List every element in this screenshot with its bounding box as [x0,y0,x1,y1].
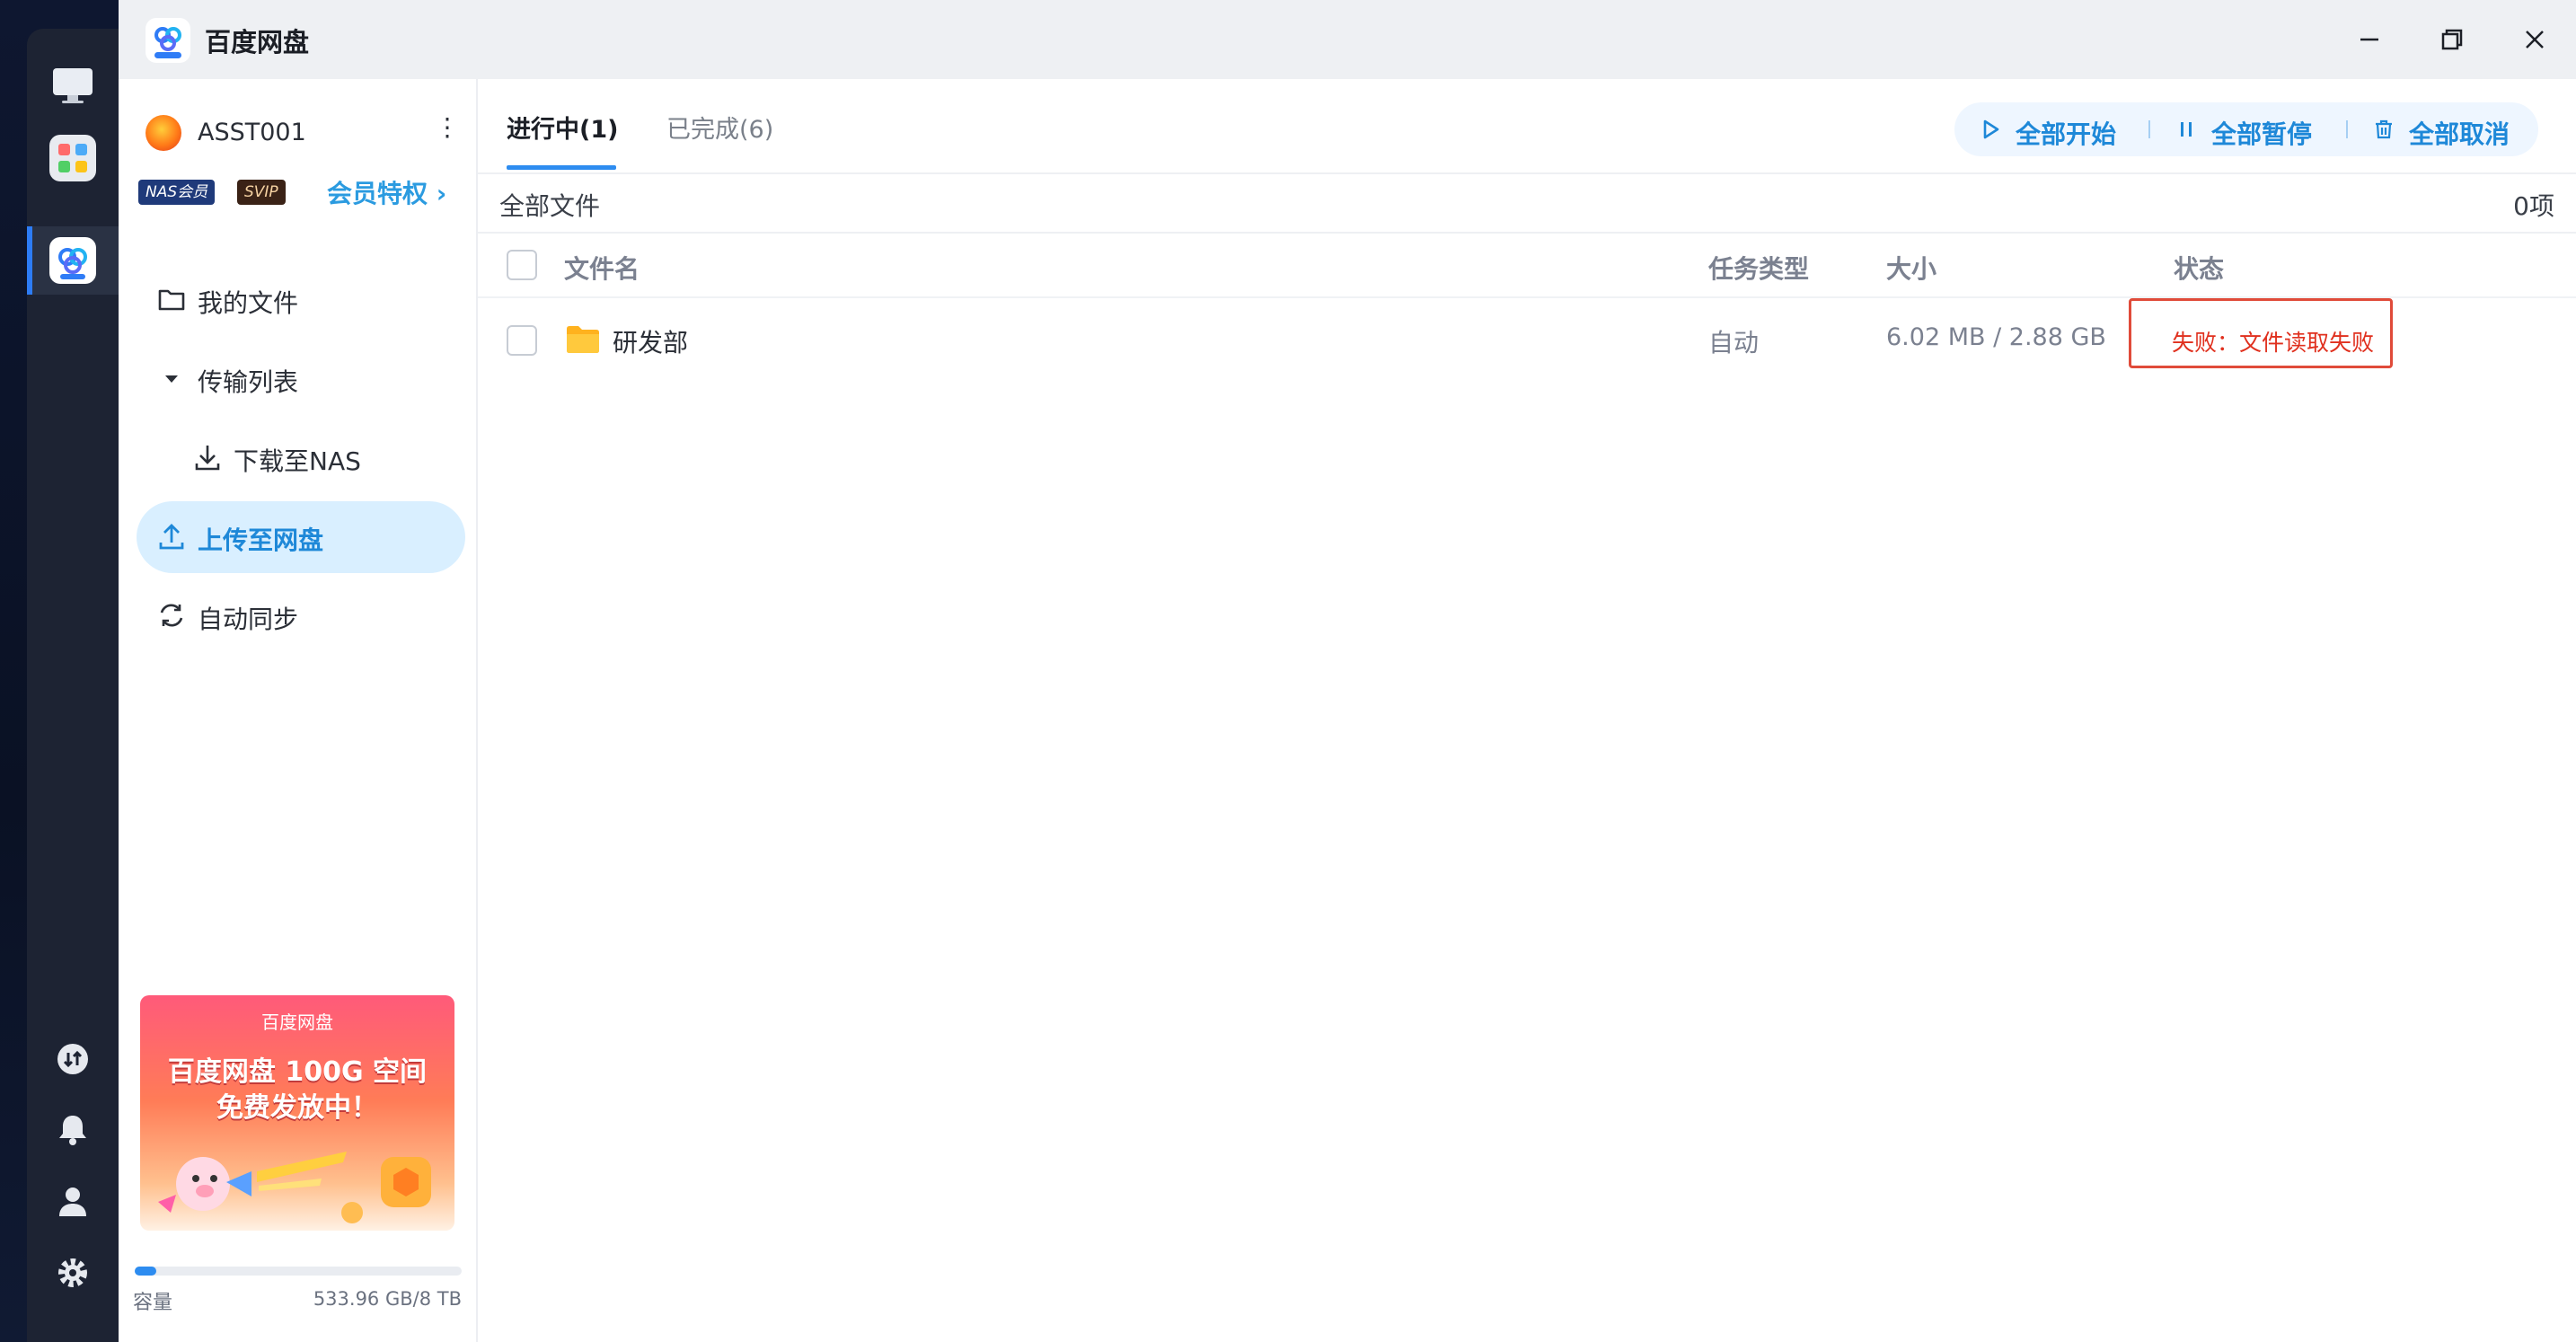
close-icon[interactable] [2517,22,2553,57]
sidebar-item-label: 传输列表 [198,367,299,397]
baidu-netdisk-logo-icon [146,18,190,63]
sidebar-item-label: 上传至网盘 [198,525,324,555]
capacity-bar-fill [135,1267,156,1276]
banner-subline: 免费发放中！ [216,1092,378,1124]
banner-headline: 百度网盘 100G 空间 [167,1056,428,1088]
banner-mascot-illustration [140,1130,454,1231]
tab-completed[interactable]: 已完成(6) [666,110,773,145]
avatar[interactable] [146,115,181,151]
sidebar-item-label: 自动同步 [198,605,299,634]
column-header-filename[interactable]: 文件名 [564,250,640,286]
file-name: 研发部 [613,328,689,358]
status-text: 失败：文件读取失败 [2172,330,2375,356]
download-icon [192,442,223,472]
list-toolbar: 全部文件 0项 [478,174,2576,234]
column-header-size[interactable]: 大小 [1886,250,1936,286]
bell-icon[interactable] [56,1112,90,1146]
sidebar-item-label: 我的文件 [198,288,299,318]
sidebar: ASST001 ⋮ NAS会员 SVIP 会员特权 › 我的文件 传输列表 下载… [119,79,478,1342]
capacity-label: 容量 [133,1292,173,1314]
system-dock [0,0,119,1342]
start-all-label: 全部开始 [2016,119,2117,149]
username: ASST001 [198,119,306,146]
user-icon[interactable] [56,1184,90,1218]
trash-icon [2376,119,2392,139]
app-window: 百度网盘 ASST001 ⋮ NAS会员 SVIP 会员特权 › 我的文件 传输… [119,0,2576,1342]
pause-icon [2181,122,2192,137]
caret-down-icon [156,363,187,393]
breadcrumb[interactable]: 全部文件 [499,187,600,223]
divider [2346,120,2348,138]
transfer-tabs: 进行中(1) 已完成(6) 全部开始 全部暂停 全部取消 [478,79,2576,174]
table-header: 文件名 任务类型 大小 状态 [478,234,2576,298]
main-panel: 进行中(1) 已完成(6) 全部开始 全部暂停 全部取消 全部文件 0项 文件名… [478,79,2576,1342]
monitor-icon[interactable] [49,61,96,108]
app-title: 百度网盘 [205,27,310,57]
start-all-button[interactable]: 全部开始 [1980,115,2132,149]
select-all-checkbox[interactable] [507,250,537,280]
table-row[interactable]: 研发部 自动 6.02 MB / 2.88 GB 失败：文件读取失败 [478,298,2576,384]
cancel-all-label: 全部取消 [2409,119,2510,149]
sidebar-item-transfer-list[interactable]: 传输列表 [137,343,465,415]
transfer-icon[interactable] [56,1042,90,1076]
sidebar-item-download-to-nas[interactable]: 下载至NAS [137,422,465,494]
gear-icon[interactable] [56,1256,90,1290]
minimize-icon[interactable] [2351,22,2387,57]
capacity-value: 533.96 GB/8 TB [313,1288,462,1310]
folder-icon [566,325,600,354]
pause-all-label: 全部暂停 [2211,119,2313,149]
file-size: 6.02 MB / 2.88 GB [1886,323,2106,351]
svip-badge: SVIP [237,180,286,205]
sidebar-item-auto-sync[interactable]: 自动同步 [137,580,465,652]
vip-privileges-link[interactable]: 会员特权 › [327,174,446,210]
upload-icon [156,521,187,552]
promo-banner[interactable]: 百度网盘 百度网盘 100G 空间 免费发放中！ [140,995,454,1231]
tab-in-progress[interactable]: 进行中(1) [507,110,618,145]
baidu-netdisk-app-icon[interactable] [49,237,96,284]
sync-icon [156,600,187,631]
column-header-status[interactable]: 状态 [2174,250,2224,286]
column-header-task-type[interactable]: 任务类型 [1708,250,1809,286]
nas-member-badge: NAS会员 [138,180,216,205]
sidebar-item-upload-to-cloud[interactable]: 上传至网盘 [137,501,465,573]
title-bar: 百度网盘 [119,0,2576,79]
item-count: 0项 [2513,191,2554,221]
task-type: 自动 [1708,328,1760,358]
active-tab-indicator [507,165,616,170]
sidebar-item-label: 下载至NAS [234,446,361,476]
capacity-bar [135,1267,462,1276]
maximize-icon[interactable] [2434,22,2470,57]
app-grid-icon[interactable] [49,135,96,181]
dock-active-indicator [27,226,32,295]
more-menu-icon[interactable]: ⋮ [435,115,460,140]
divider [2148,120,2150,138]
row-checkbox[interactable] [507,325,537,356]
sidebar-item-my-files[interactable]: 我的文件 [137,264,465,336]
cancel-all-button[interactable]: 全部取消 [2373,115,2535,149]
pause-all-button[interactable]: 全部暂停 [2175,115,2337,149]
banner-brand: 百度网盘 [261,1011,333,1033]
bulk-actions-bar: 全部开始 全部暂停 全部取消 [1954,102,2538,156]
folder-outline-icon [156,284,187,314]
play-icon [1983,119,1999,139]
